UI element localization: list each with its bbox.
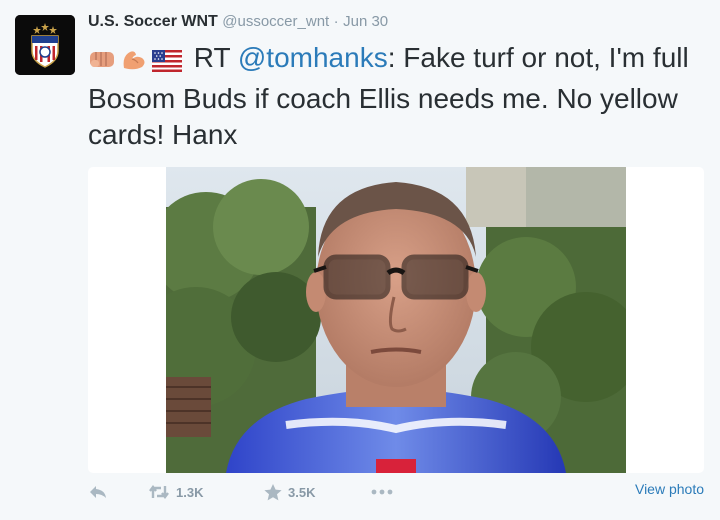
view-photo-link[interactable]: View photo (635, 481, 704, 497)
tweet-header: U.S. Soccer WNT @ussoccer_wnt · Jun 30 (88, 13, 388, 31)
fist-emoji-icon (88, 45, 116, 81)
display-name[interactable]: U.S. Soccer WNT (88, 13, 218, 30)
tweet[interactable]: U.S. Soccer WNT @ussoccer_wnt · Jun 30 R… (0, 0, 720, 520)
timestamp[interactable]: Jun 30 (343, 13, 388, 30)
mention-link[interactable]: @tomhanks (238, 42, 388, 73)
handle[interactable]: @ussoccer_wnt (222, 13, 329, 30)
favorite-button[interactable]: 3.5K (264, 484, 315, 501)
selfie-photo[interactable] (166, 167, 626, 473)
separator: · (333, 13, 339, 30)
tweet-text: RT @tomhanks: Fake turf or not, I'm full… (88, 40, 708, 153)
tweet-text-prefix: RT (186, 42, 238, 73)
avatar[interactable] (15, 15, 75, 75)
media-card[interactable] (88, 167, 704, 473)
more-button[interactable] (370, 484, 394, 500)
us-flag-emoji-icon (152, 45, 182, 81)
reply-icon (90, 486, 106, 498)
star-icon (264, 484, 282, 501)
flexed-bicep-emoji-icon (120, 45, 148, 81)
tweet-actions: 1.3K 3.5K (88, 484, 708, 508)
favorite-count: 3.5K (288, 485, 316, 500)
retweet-button[interactable]: 1.3K (148, 484, 203, 500)
more-options-icon (371, 489, 393, 495)
retweet-count: 1.3K (176, 484, 204, 500)
us-soccer-crest-icon (15, 15, 75, 75)
reply-button[interactable] (88, 484, 108, 500)
retweet-icon (149, 485, 169, 499)
